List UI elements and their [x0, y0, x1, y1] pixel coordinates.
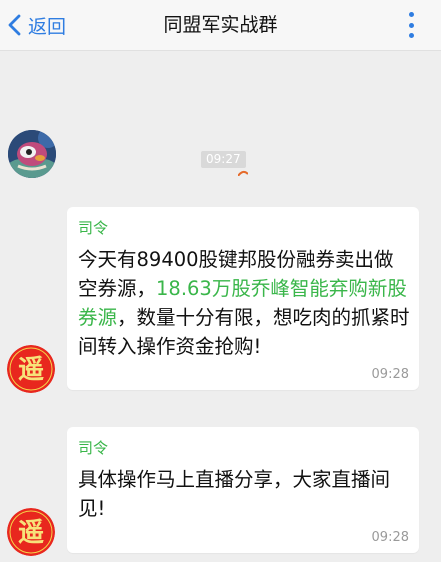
cartoon-avatar-icon — [8, 130, 56, 178]
message-text: 今天有89400股键邦股份融券卖出做空券源，18.63万股乔峰智能弃购新股券源，… — [78, 245, 413, 361]
back-button[interactable]: 返回 — [6, 0, 66, 50]
message-time: 09:28 — [371, 530, 409, 545]
seal-avatar-icon: 遥 — [7, 345, 55, 393]
sender-name: 司令 — [78, 219, 109, 237]
svg-text:遥: 遥 — [18, 518, 44, 548]
sender-name: 司令 — [78, 439, 109, 457]
message-text-part: ，数量十分有限，想吃肉的抓紧时间转入操作资金抢购! — [78, 306, 410, 358]
chat-title: 同盟军实战群 — [163, 14, 278, 36]
avatar-sender[interactable]: 遥 — [7, 508, 55, 556]
sticker-fragment-icon — [238, 170, 248, 176]
chevron-left-icon — [8, 14, 21, 36]
more-vertical-icon — [408, 12, 414, 17]
avatar-sender[interactable]: 遥 — [7, 345, 55, 393]
time-divider: 09:27 — [201, 151, 246, 168]
back-label: 返回 — [28, 15, 67, 38]
more-options-button[interactable] — [403, 12, 419, 38]
message-bubble[interactable]: 司令 今天有89400股键邦股份融券卖出做空券源，18.63万股乔峰智能弃购新股… — [67, 207, 419, 390]
message-time: 09:28 — [371, 367, 409, 382]
message-bubble[interactable]: 司令 具体操作马上直播分享，大家直播间见! 09:28 — [67, 427, 419, 553]
avatar-member[interactable] — [8, 130, 56, 178]
top-bar: 返回 同盟军实战群 — [0, 0, 441, 51]
svg-text:遥: 遥 — [18, 355, 44, 385]
seal-avatar-icon: 遥 — [7, 508, 55, 556]
message-text: 具体操作马上直播分享，大家直播间见! — [78, 468, 391, 520]
